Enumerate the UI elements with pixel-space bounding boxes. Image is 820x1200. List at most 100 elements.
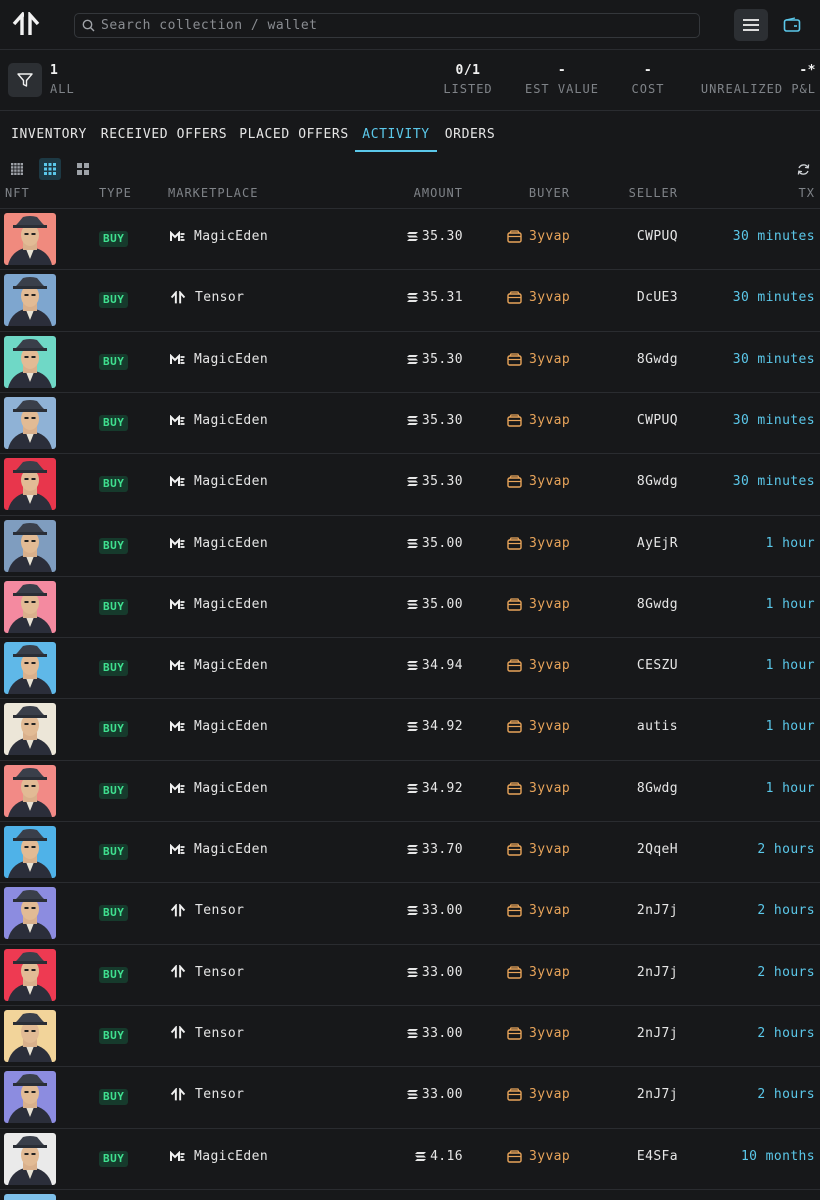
- tx-link[interactable]: 2 hours: [757, 965, 815, 980]
- buyer-address[interactable]: 3yvap: [529, 842, 570, 857]
- nft-thumbnail[interactable]: [4, 1071, 56, 1124]
- seller-address[interactable]: E4SFa: [637, 1149, 678, 1164]
- table-row[interactable]: BUY MagicEden 35.00 3yvap AyEjR 1 hour: [0, 514, 820, 576]
- tab-inventory[interactable]: INVENTORY: [8, 122, 90, 152]
- seller-address[interactable]: DcUE3: [637, 290, 678, 305]
- buyer-address[interactable]: 3yvap: [529, 781, 570, 796]
- table-row[interactable]: BUY MagicEden 35.30 3yvap CWPUQ 30 minutes: [0, 208, 820, 269]
- tx-link[interactable]: 30 minutes: [733, 474, 815, 489]
- tx-link[interactable]: 2 hours: [757, 903, 815, 918]
- tab-received-offers[interactable]: RECEIVED OFFERS: [98, 122, 230, 152]
- buyer-cell[interactable]: 3yvap: [507, 842, 570, 857]
- buyer-cell[interactable]: 3yvap: [507, 965, 570, 980]
- buyer-cell[interactable]: 3yvap: [507, 352, 570, 367]
- tx-link[interactable]: 1 hour: [766, 719, 815, 734]
- buyer-address[interactable]: 3yvap: [529, 597, 570, 612]
- table-row[interactable]: BUY MagicEden 35.30 3yvap 8Gwdg 30 minutes: [0, 330, 820, 392]
- seller-address[interactable]: 2nJ7j: [637, 1026, 678, 1041]
- buyer-address[interactable]: 3yvap: [529, 1149, 570, 1164]
- tensor-logo-icon[interactable]: [12, 10, 40, 38]
- buyer-address[interactable]: 3yvap: [529, 903, 570, 918]
- table-row[interactable]: BUY MagicEden 34.92 3yvap 8Gwdg 1 hour: [0, 759, 820, 821]
- seller-address[interactable]: 8Gwdg: [637, 352, 678, 367]
- nft-thumbnail[interactable]: [4, 396, 56, 449]
- nft-thumbnail[interactable]: [4, 458, 56, 511]
- nft-thumbnail[interactable]: [4, 826, 56, 878]
- tab-activity[interactable]: ACTIVITY: [355, 122, 437, 152]
- buyer-cell[interactable]: 3yvap: [507, 719, 570, 734]
- buyer-cell[interactable]: 3yvap: [507, 536, 570, 551]
- view-grid-large-button[interactable]: [72, 158, 94, 180]
- buyer-cell[interactable]: 3yvap: [507, 658, 570, 673]
- buyer-address[interactable]: 3yvap: [529, 965, 570, 980]
- buyer-cell[interactable]: 3yvap: [507, 781, 570, 796]
- nft-thumbnail[interactable]: [4, 519, 56, 572]
- seller-address[interactable]: 2nJ7j: [637, 965, 678, 980]
- table-row[interactable]: BUY MagicEden 33.70 3yvap 2QqeH 2 hours: [0, 821, 820, 882]
- nft-thumbnail[interactable]: [4, 764, 56, 817]
- buyer-cell[interactable]: 3yvap: [507, 474, 570, 489]
- buyer-address[interactable]: 3yvap: [529, 1087, 570, 1102]
- table-row[interactable]: BUY MagicEden 35.30 3yvap 8Gwdg 30 minutes: [0, 453, 820, 514]
- table-row[interactable]: BUY Tensor 33.00 3yvap 2nJ7j 2 hours: [0, 1004, 820, 1066]
- nft-thumbnail[interactable]: [4, 580, 56, 633]
- buyer-cell[interactable]: 3yvap: [507, 1087, 570, 1102]
- nft-thumbnail[interactable]: [4, 335, 56, 388]
- refresh-button[interactable]: [792, 158, 814, 180]
- buyer-address[interactable]: 3yvap: [529, 290, 570, 305]
- buyer-address[interactable]: 3yvap: [529, 229, 570, 244]
- table-row[interactable]: BUY Tensor 33.00 3yvap 2nJ7j 2 hours: [0, 882, 820, 943]
- tx-link[interactable]: 30 minutes: [733, 229, 815, 244]
- buyer-cell[interactable]: 3yvap: [507, 1026, 570, 1041]
- nft-thumbnail[interactable]: [4, 274, 56, 327]
- seller-address[interactable]: 8Gwdg: [637, 474, 678, 489]
- tx-link[interactable]: 1 hour: [766, 536, 815, 551]
- view-grid-dense-button[interactable]: [6, 158, 28, 180]
- table-row[interactable]: BUY MagicEden 34.94 3yvap CESZU 1 hour: [0, 637, 820, 698]
- seller-address[interactable]: 2nJ7j: [637, 1087, 678, 1102]
- buyer-cell[interactable]: 3yvap: [507, 413, 570, 428]
- tx-link[interactable]: 30 minutes: [733, 290, 815, 305]
- buyer-address[interactable]: 3yvap: [529, 413, 570, 428]
- nft-thumbnail[interactable]: [4, 1009, 56, 1062]
- buyer-address[interactable]: 3yvap: [529, 352, 570, 367]
- buyer-address[interactable]: 3yvap: [529, 1026, 570, 1041]
- tx-link[interactable]: 1 hour: [766, 658, 815, 673]
- seller-address[interactable]: CWPUQ: [637, 229, 678, 244]
- tab-orders[interactable]: ORDERS: [442, 122, 498, 152]
- seller-address[interactable]: 2QqeH: [637, 842, 678, 857]
- search-input[interactable]: [101, 18, 699, 33]
- table-row[interactable]: BUY MagicEden 4.16 3yvap E4SFa 10 months: [0, 1127, 820, 1189]
- buyer-address[interactable]: 3yvap: [529, 719, 570, 734]
- wallet-button[interactable]: [776, 9, 808, 41]
- tx-link[interactable]: 30 minutes: [733, 352, 815, 367]
- table-row[interactable]: BUY MagicEden 35.00 3yvap 8Gwdg 1 hour: [0, 575, 820, 637]
- tx-link[interactable]: 1 hour: [766, 781, 815, 796]
- filter-button[interactable]: [8, 63, 42, 97]
- nft-thumbnail[interactable]: [4, 1132, 56, 1185]
- seller-address[interactable]: 2nJ7j: [637, 903, 678, 918]
- table-row[interactable]: BUY MagicEden 35.30 3yvap CWPUQ 30 minutes: [0, 391, 820, 453]
- nft-thumbnail[interactable]: [4, 1193, 56, 1200]
- nft-thumbnail[interactable]: [4, 948, 56, 1001]
- buyer-address[interactable]: 3yvap: [529, 658, 570, 673]
- tx-link[interactable]: 2 hours: [757, 842, 815, 857]
- seller-address[interactable]: 8Gwdg: [637, 597, 678, 612]
- buyer-cell[interactable]: 3yvap: [507, 229, 570, 244]
- table-row[interactable]: [0, 1188, 820, 1200]
- buyer-address[interactable]: 3yvap: [529, 474, 570, 489]
- buyer-cell[interactable]: 3yvap: [507, 597, 570, 612]
- buyer-cell[interactable]: 3yvap: [507, 290, 570, 305]
- tx-link[interactable]: 30 minutes: [733, 413, 815, 428]
- seller-address[interactable]: CESZU: [637, 658, 678, 673]
- tx-link[interactable]: 2 hours: [757, 1087, 815, 1102]
- table-row[interactable]: BUY Tensor 33.00 3yvap 2nJ7j 2 hours: [0, 1066, 820, 1127]
- tx-link[interactable]: 10 months: [741, 1149, 815, 1164]
- nft-thumbnail[interactable]: [4, 703, 56, 756]
- view-grid-medium-button[interactable]: [39, 158, 61, 180]
- buyer-address[interactable]: 3yvap: [529, 536, 570, 551]
- menu-button[interactable]: [734, 9, 768, 41]
- buyer-cell[interactable]: 3yvap: [507, 1149, 570, 1164]
- nft-thumbnail[interactable]: [4, 642, 56, 695]
- nft-thumbnail[interactable]: [4, 887, 56, 940]
